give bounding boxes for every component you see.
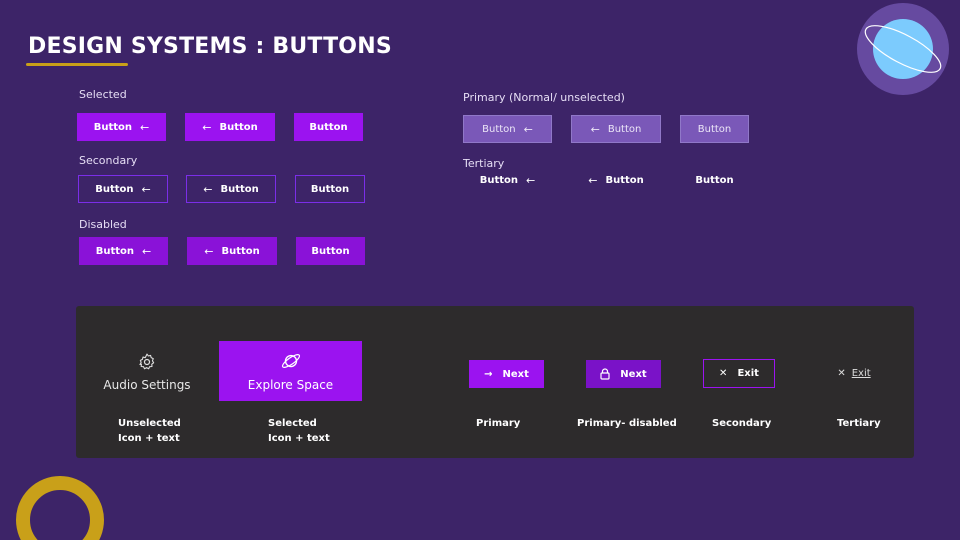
- arrow-right-icon: →: [484, 368, 493, 380]
- caption-primary: Primary: [476, 418, 521, 429]
- button-label: Button: [221, 245, 260, 257]
- audio-settings-button[interactable]: Audio Settings: [96, 344, 198, 400]
- caption-unselected: Unselected Icon + text: [118, 416, 181, 446]
- next-disabled-button: Next: [586, 360, 661, 388]
- explore-space-label: Explore Space: [247, 378, 334, 392]
- caption-tertiary: Tertiary: [837, 418, 881, 429]
- exit-label: Exit: [851, 367, 871, 379]
- arrow-left-icon: ←: [523, 122, 533, 136]
- exit-tertiary-button[interactable]: ✕ Exit: [832, 362, 876, 384]
- arrow-left-icon: ←: [526, 173, 536, 187]
- gear-icon: [139, 353, 155, 370]
- audio-settings-label: Audio Settings: [103, 378, 191, 392]
- arrow-left-icon: ←: [590, 122, 600, 136]
- button-label: Button: [605, 174, 644, 186]
- page-title: DESIGN SYSTEMS : BUTTONS: [28, 34, 392, 59]
- button-label: Button: [695, 174, 734, 186]
- button-label: Button: [95, 245, 135, 257]
- lock-icon: [600, 368, 610, 380]
- selected-button-text-only[interactable]: Button: [294, 113, 363, 141]
- exit-secondary-button[interactable]: ✕ Exit: [703, 359, 775, 388]
- group-label-secondary: Secondary: [79, 154, 138, 167]
- planet-icon: [281, 354, 300, 368]
- next-label: Next: [502, 368, 529, 380]
- button-label: Button: [479, 174, 519, 186]
- button-label: Button: [220, 183, 259, 195]
- ring-decoration: [16, 476, 104, 540]
- selected-button-icon-right[interactable]: Button ←: [77, 113, 166, 141]
- exit-label: Exit: [737, 368, 759, 379]
- selected-button-icon-left[interactable]: ← Button: [185, 113, 275, 141]
- caption-primary-disabled: Primary- disabled: [577, 418, 677, 429]
- caption-line: Selected: [268, 418, 317, 429]
- primary-button-icon-left[interactable]: ← Button: [571, 115, 661, 143]
- title-underline: [26, 63, 128, 66]
- disabled-button-icon-left: ← Button: [187, 237, 277, 265]
- arrow-left-icon: ←: [588, 173, 598, 187]
- arrow-left-icon: ←: [203, 182, 213, 196]
- next-label: Next: [620, 368, 647, 380]
- button-label: Button: [95, 183, 134, 195]
- close-icon: ✕: [719, 368, 728, 379]
- button-label: Button: [607, 123, 642, 135]
- button-label: Button: [697, 123, 732, 135]
- arrow-left-icon: ←: [202, 120, 212, 134]
- caption-line: Icon + text: [118, 433, 180, 444]
- arrow-left-icon: ←: [142, 244, 152, 258]
- button-label: Button: [219, 121, 258, 133]
- arrow-left-icon: ←: [140, 120, 150, 134]
- button-label: Button: [93, 121, 133, 133]
- disabled-button-text-only: Button: [296, 237, 365, 265]
- secondary-button-text-only[interactable]: Button: [295, 175, 365, 203]
- primary-button-icon-right[interactable]: Button ←: [463, 115, 552, 143]
- group-label-primary: Primary (Normal/ unselected): [463, 91, 625, 104]
- next-primary-button[interactable]: → Next: [469, 360, 544, 388]
- close-icon: ✕: [837, 367, 846, 379]
- secondary-button-icon-right[interactable]: Button ←: [78, 175, 168, 203]
- tertiary-button-icon-left[interactable]: ← Button: [571, 166, 661, 194]
- group-label-disabled: Disabled: [79, 218, 127, 231]
- button-label: Button: [482, 123, 516, 135]
- secondary-button-icon-left[interactable]: ← Button: [186, 175, 276, 203]
- caption-line: Icon + text: [268, 433, 330, 444]
- button-label: Button: [311, 245, 350, 257]
- button-label: Button: [309, 121, 348, 133]
- planet-decoration-icon: [857, 3, 949, 95]
- primary-button-text-only[interactable]: Button: [680, 115, 749, 143]
- arrow-left-icon: ←: [204, 244, 214, 258]
- disabled-button-icon-right: Button ←: [79, 237, 168, 265]
- arrow-left-icon: ←: [141, 182, 151, 196]
- group-label-selected: Selected: [79, 88, 127, 101]
- caption-selected: Selected Icon + text: [268, 416, 330, 446]
- caption-secondary: Secondary: [712, 418, 772, 429]
- tertiary-button-text-only[interactable]: Button: [680, 166, 749, 194]
- explore-space-button[interactable]: Explore Space: [219, 341, 362, 401]
- button-label: Button: [310, 183, 350, 195]
- tertiary-button-icon-right[interactable]: Button ←: [463, 166, 552, 194]
- caption-line: Unselected: [118, 418, 181, 429]
